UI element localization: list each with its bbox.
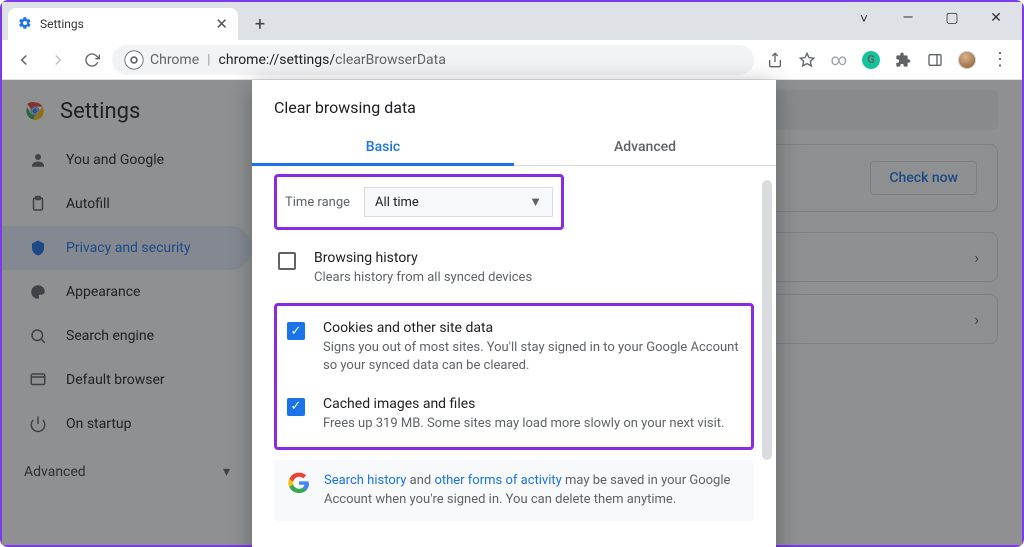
chrome-chip: Chrome bbox=[124, 50, 199, 70]
info-text: Search history and other forms of activi… bbox=[324, 472, 740, 510]
extensions-puzzle-icon[interactable] bbox=[894, 51, 912, 69]
nav-forward-button[interactable] bbox=[44, 46, 72, 74]
omnibox-chip-label: Chrome bbox=[150, 52, 199, 68]
info-text-mid: and bbox=[406, 473, 434, 488]
tab-basic[interactable]: Basic bbox=[252, 127, 514, 165]
checkbox-cookies[interactable]: ✓ bbox=[287, 322, 305, 340]
nav-back-button[interactable] bbox=[10, 46, 38, 74]
window-controls: ˅ — ▢ ✕ bbox=[842, 2, 1018, 34]
content-area: Settings You and Google Autofill Privacy… bbox=[2, 80, 1022, 545]
browser-tab[interactable]: Settings ✕ bbox=[8, 8, 238, 40]
settings-gear-icon bbox=[18, 16, 32, 33]
scrollbar-thumb[interactable] bbox=[762, 180, 772, 460]
tab-close-icon[interactable]: ✕ bbox=[215, 15, 228, 33]
clear-browsing-data-dialog: Clear browsing data Basic Advanced Time … bbox=[252, 80, 776, 547]
url-path-1: settings/ bbox=[279, 52, 335, 68]
time-range-row: Time range All time ▼ bbox=[274, 174, 564, 230]
item-title: Cookies and other site data bbox=[323, 320, 741, 336]
item-desc: Frees up 319 MB. Some sites may load mor… bbox=[323, 415, 724, 433]
url-path-2: clearBrowserData bbox=[335, 52, 446, 68]
profile-avatar[interactable] bbox=[958, 51, 976, 69]
clear-item-cookies[interactable]: ✓ Cookies and other site data Signs you … bbox=[283, 310, 745, 385]
checkbox-browsing-history[interactable] bbox=[278, 252, 296, 270]
clear-item-browsing-history[interactable]: Browsing history Clears history from all… bbox=[274, 240, 754, 297]
dialog-tabs: Basic Advanced bbox=[252, 127, 776, 166]
extension-icon-1[interactable]: ∞ bbox=[830, 51, 848, 69]
google-account-info-row: Search history and other forms of activi… bbox=[274, 460, 754, 522]
window-minimize-button[interactable]: — bbox=[886, 2, 930, 34]
tab-title: Settings bbox=[40, 17, 84, 31]
toolbar: Chrome | chrome://settings/clearBrowserD… bbox=[2, 40, 1022, 80]
grammarly-extension-icon[interactable]: G bbox=[862, 51, 880, 69]
time-range-value: All time bbox=[375, 195, 419, 210]
url-scheme: chrome:// bbox=[219, 52, 280, 68]
nav-reload-button[interactable] bbox=[78, 46, 106, 74]
tab-search-caret-icon[interactable]: ˅ bbox=[842, 2, 886, 34]
new-tab-button[interactable]: + bbox=[246, 10, 274, 38]
clear-item-cached[interactable]: ✓ Cached images and files Frees up 319 M… bbox=[283, 386, 745, 443]
browser-window: Settings ✕ + ˅ — ▢ ✕ Chrome | bbox=[0, 0, 1024, 547]
item-desc: Signs you out of most sites. You'll stay… bbox=[323, 339, 741, 375]
kebab-menu-icon[interactable]: ⋮ bbox=[990, 51, 1008, 69]
dialog-title: Clear browsing data bbox=[252, 80, 776, 127]
dialog-body: Time range All time ▼ Browsing history C… bbox=[252, 166, 776, 547]
window-maximize-button[interactable]: ▢ bbox=[930, 2, 974, 34]
time-range-select[interactable]: All time ▼ bbox=[364, 187, 553, 217]
time-range-label: Time range bbox=[285, 195, 350, 210]
omnibox-separator: | bbox=[207, 52, 210, 68]
share-icon[interactable] bbox=[766, 51, 784, 69]
dropdown-caret-icon: ▼ bbox=[529, 194, 542, 210]
highlighted-items-group: ✓ Cookies and other site data Signs you … bbox=[274, 303, 754, 450]
omnibox-url: chrome://settings/clearBrowserData bbox=[219, 52, 446, 68]
omnibox[interactable]: Chrome | chrome://settings/clearBrowserD… bbox=[112, 45, 754, 75]
tab-advanced[interactable]: Advanced bbox=[514, 127, 776, 165]
chrome-logo-icon bbox=[124, 50, 144, 70]
item-desc: Clears history from all synced devices bbox=[314, 269, 532, 287]
other-activity-link[interactable]: other forms of activity bbox=[434, 473, 561, 488]
side-panel-icon[interactable] bbox=[926, 51, 944, 69]
toolbar-actions: ∞ G ⋮ bbox=[760, 51, 1014, 69]
titlebar: Settings ✕ + ˅ — ▢ ✕ bbox=[2, 2, 1022, 40]
bookmark-star-icon[interactable] bbox=[798, 51, 816, 69]
window-close-button[interactable]: ✕ bbox=[974, 2, 1018, 34]
item-title: Browsing history bbox=[314, 250, 532, 266]
item-title: Cached images and files bbox=[323, 396, 724, 412]
search-history-link[interactable]: Search history bbox=[324, 473, 406, 488]
google-g-icon bbox=[288, 472, 310, 494]
checkbox-cached[interactable]: ✓ bbox=[287, 398, 305, 416]
